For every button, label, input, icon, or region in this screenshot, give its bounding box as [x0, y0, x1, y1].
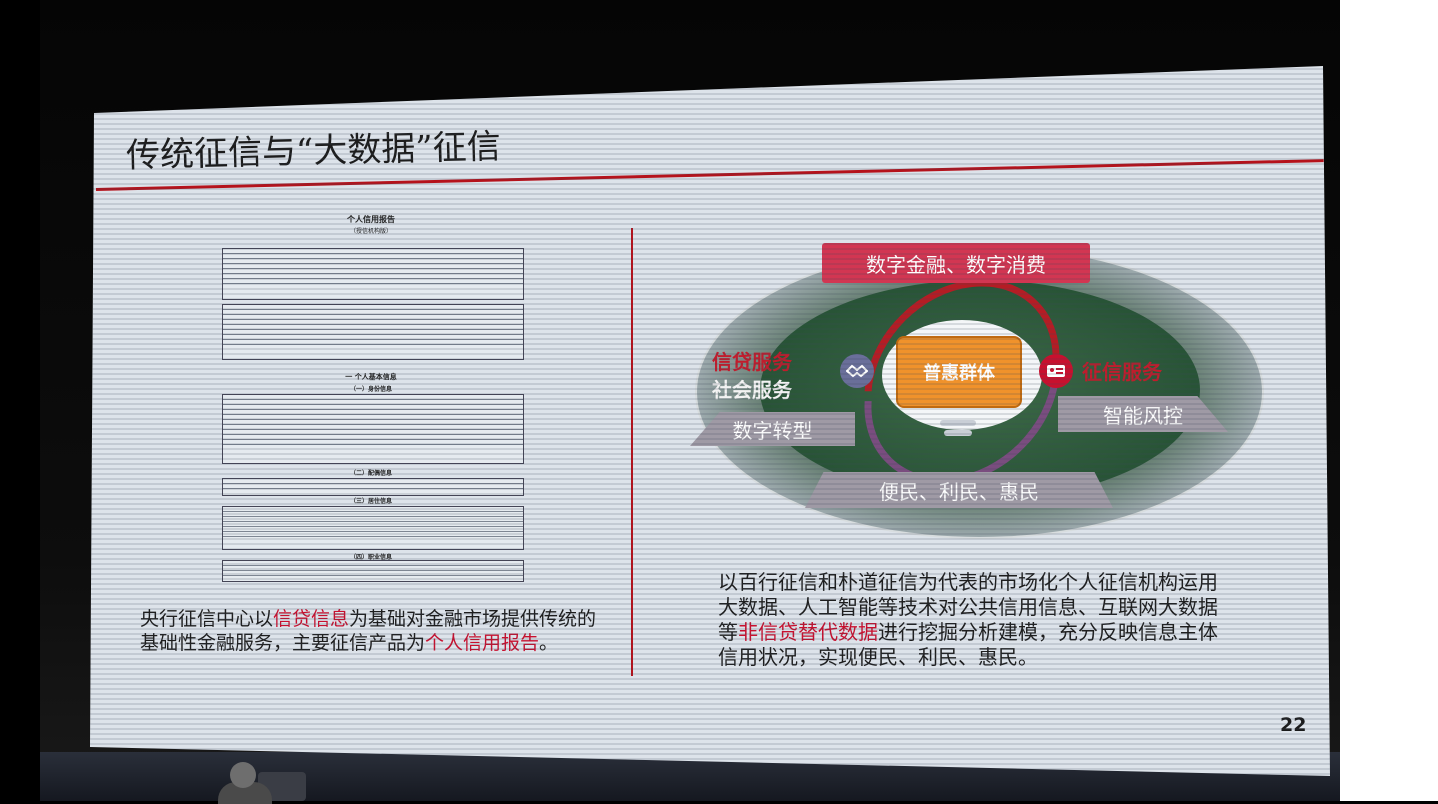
top-banner-digital-finance: 数字金融、数字消费	[822, 243, 1090, 283]
left-text-1: 央行征信中心以	[140, 608, 274, 630]
right-highlight-alt-data: 非信贷替代数据	[738, 620, 878, 644]
lightbulb-base-lower	[944, 430, 972, 436]
report-table-summary	[222, 304, 524, 360]
id-card-icon	[1039, 354, 1073, 388]
report-section-residence: （三）居住信息	[349, 498, 392, 505]
report-section-basic: 一 个人基本信息	[345, 373, 397, 381]
handshake-icon	[840, 354, 874, 388]
lightbulb-base	[940, 420, 976, 426]
left-highlight-credit-report: 个人信用报告	[425, 632, 540, 654]
right-edge	[1340, 0, 1438, 801]
audience-silhouette	[218, 762, 308, 804]
slide-title: 传统征信与“大数据”征信	[125, 126, 502, 176]
report-table-header	[222, 248, 524, 300]
column-divider	[631, 228, 633, 676]
label-digital-transformation-text: 数字转型	[732, 418, 813, 443]
report-table-identity	[222, 394, 524, 464]
left-text-3: 。	[539, 632, 559, 654]
person-head	[230, 762, 256, 788]
report-section-spouse: （二）配偶信息	[349, 470, 392, 477]
left-highlight-credit-info: 信贷信息	[273, 608, 350, 630]
left-description: 央行征信中心以信贷信息为基础对金融市场提供传统的基础性金融服务，主要征信产品为个…	[140, 607, 610, 655]
report-title: 个人信用报告	[347, 215, 395, 224]
label-social-services: 社会服务	[712, 378, 792, 402]
label-credit-services: 信贷服务	[712, 350, 792, 374]
right-description: 以百行征信和朴道征信为代表的市场化个人征信机构运用大数据、人工智能等技术对公共信…	[718, 570, 1226, 670]
credit-report-image: 个人信用报告 （授信机构版） 一 个人基本信息 （一）身份信息 （二）配偶信息 …	[218, 212, 524, 584]
bottom-banner-convenience: 便民、利民、惠民	[805, 472, 1113, 508]
label-smart-risk-control-text: 智能风控	[1103, 403, 1183, 428]
report-table-residence	[222, 506, 524, 550]
report-table-spouse	[222, 478, 524, 496]
bottom-banner-text: 便民、利民、惠民	[879, 479, 1039, 504]
page-number: 22	[1280, 714, 1307, 736]
report-subtitle: （授信机构版）	[349, 228, 392, 235]
center-inclusive-group: 普惠群体	[896, 336, 1022, 408]
report-section-identity: （一）身份信息	[349, 386, 392, 393]
report-table-occupation	[222, 560, 524, 582]
label-credit-reporting-services: 征信服务	[1082, 360, 1162, 384]
